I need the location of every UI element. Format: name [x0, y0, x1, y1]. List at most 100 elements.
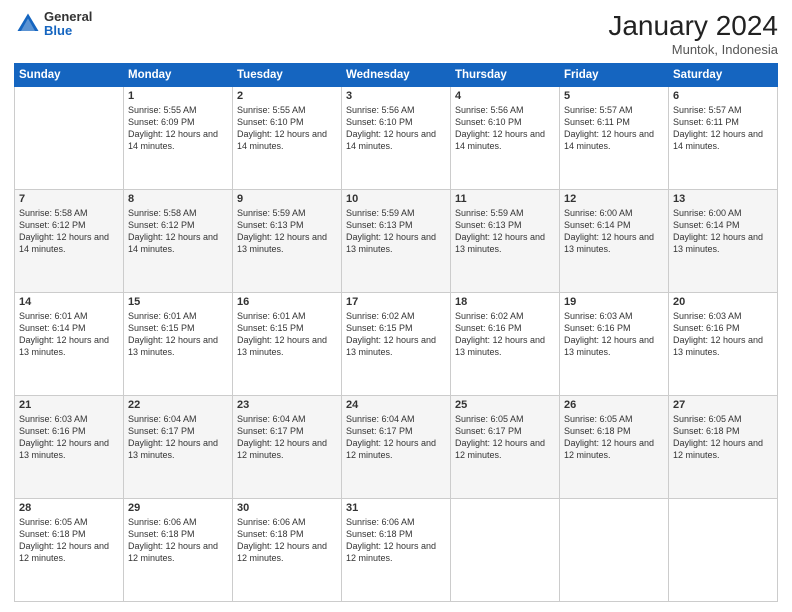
day-number: 19 [564, 296, 664, 308]
day-number: 10 [346, 193, 446, 205]
logo-general: General [44, 10, 92, 24]
day-info: Sunrise: 5:59 AM Sunset: 6:13 PM Dayligh… [237, 207, 337, 256]
col-header-tuesday: Tuesday [233, 64, 342, 87]
day-cell: 28Sunrise: 6:05 AM Sunset: 6:18 PM Dayli… [15, 499, 124, 602]
day-info: Sunrise: 6:06 AM Sunset: 6:18 PM Dayligh… [237, 516, 337, 565]
col-header-sunday: Sunday [15, 64, 124, 87]
day-info: Sunrise: 6:06 AM Sunset: 6:18 PM Dayligh… [346, 516, 446, 565]
day-number: 1 [128, 90, 228, 102]
day-info: Sunrise: 6:03 AM Sunset: 6:16 PM Dayligh… [19, 413, 119, 462]
day-cell: 29 Sunrise: 6:06 AM Sunset: 6:18 PM Dayli… [124, 499, 233, 602]
col-header-thursday: Thursday [451, 64, 560, 87]
page-header: General Blue January 2024 Muntok, Indone… [14, 10, 778, 57]
main-title: January 2024 [608, 10, 778, 42]
day-cell: 8 Sunrise: 5:58 AM Sunset: 6:12 PM Daylig… [124, 190, 233, 293]
day-number: 21 [19, 399, 119, 411]
day-number: 6 [673, 90, 773, 102]
day-number: 8 [128, 193, 228, 205]
day-cell: 4Sunrise: 5:56 AM Sunset: 6:10 PM Daylig… [451, 87, 560, 190]
day-cell: 19 Sunrise: 6:03 AM Sunset: 6:16 PM Dayli… [560, 293, 669, 396]
day-number: 23 [237, 399, 337, 411]
week-row-2: 7 Sunrise: 5:58 AM Sunset: 6:12 PM Daylig… [15, 190, 778, 293]
day-number: 12 [564, 193, 664, 205]
logo-text: General Blue [44, 10, 92, 39]
day-cell: 12 Sunrise: 6:00 AM Sunset: 6:14 PM Dayli… [560, 190, 669, 293]
day-info: Sunrise: 6:01 AM Sunset: 6:15 PM Dayligh… [128, 310, 228, 359]
day-cell: 6 Sunrise: 5:57 AM Sunset: 6:11 PM Daylig… [669, 87, 778, 190]
day-info: Sunrise: 6:01 AM Sunset: 6:14 PM Dayligh… [19, 310, 119, 359]
day-cell: 11 Sunrise: 5:59 AM Sunset: 6:13 PM Dayli… [451, 190, 560, 293]
day-number: 13 [673, 193, 773, 205]
page-container: General Blue January 2024 Muntok, Indone… [0, 0, 792, 612]
day-info: Sunrise: 6:06 AM Sunset: 6:18 PM Dayligh… [128, 516, 228, 565]
day-number: 3 [346, 90, 446, 102]
day-cell: 2Sunrise: 5:55 AM Sunset: 6:10 PM Daylig… [233, 87, 342, 190]
day-number: 14 [19, 296, 119, 308]
day-number: 25 [455, 399, 555, 411]
day-number: 29 [128, 502, 228, 514]
day-number: 20 [673, 296, 773, 308]
day-cell: 20Sunrise: 6:03 AM Sunset: 6:16 PM Dayli… [669, 293, 778, 396]
day-info: Sunrise: 6:05 AM Sunset: 6:18 PM Dayligh… [564, 413, 664, 462]
day-info: Sunrise: 6:02 AM Sunset: 6:15 PM Dayligh… [346, 310, 446, 359]
day-info: Sunrise: 6:04 AM Sunset: 6:17 PM Dayligh… [237, 413, 337, 462]
day-info: Sunrise: 6:01 AM Sunset: 6:15 PM Dayligh… [237, 310, 337, 359]
day-cell: 17 Sunrise: 6:02 AM Sunset: 6:15 PM Dayli… [342, 293, 451, 396]
day-number: 28 [19, 502, 119, 514]
day-info: Sunrise: 5:59 AM Sunset: 6:13 PM Dayligh… [346, 207, 446, 256]
day-number: 31 [346, 502, 446, 514]
day-cell [15, 87, 124, 190]
day-number: 7 [19, 193, 119, 205]
day-cell: 26 Sunrise: 6:05 AM Sunset: 6:18 PM Dayli… [560, 396, 669, 499]
header-row: SundayMondayTuesdayWednesdayThursdayFrid… [15, 64, 778, 87]
col-header-wednesday: Wednesday [342, 64, 451, 87]
day-number: 5 [564, 90, 664, 102]
day-cell: 25Sunrise: 6:05 AM Sunset: 6:17 PM Dayli… [451, 396, 560, 499]
day-info: Sunrise: 5:59 AM Sunset: 6:13 PM Dayligh… [455, 207, 555, 256]
day-info: Sunrise: 5:58 AM Sunset: 6:12 PM Dayligh… [128, 207, 228, 256]
day-cell: 9 Sunrise: 5:59 AM Sunset: 6:13 PM Daylig… [233, 190, 342, 293]
day-info: Sunrise: 6:05 AM Sunset: 6:18 PM Dayligh… [673, 413, 773, 462]
day-cell: 10 Sunrise: 5:59 AM Sunset: 6:13 PM Dayli… [342, 190, 451, 293]
day-info: Sunrise: 5:55 AM Sunset: 6:09 PM Dayligh… [128, 104, 228, 153]
day-cell: 13Sunrise: 6:00 AM Sunset: 6:14 PM Dayli… [669, 190, 778, 293]
title-block: January 2024 Muntok, Indonesia [608, 10, 778, 57]
day-info: Sunrise: 6:00 AM Sunset: 6:14 PM Dayligh… [564, 207, 664, 256]
day-info: Sunrise: 5:57 AM Sunset: 6:11 PM Dayligh… [673, 104, 773, 153]
day-number: 27 [673, 399, 773, 411]
col-header-saturday: Saturday [669, 64, 778, 87]
day-cell: 3 Sunrise: 5:56 AM Sunset: 6:10 PM Daylig… [342, 87, 451, 190]
day-number: 11 [455, 193, 555, 205]
day-cell: 31 Sunrise: 6:06 AM Sunset: 6:18 PM Dayli… [342, 499, 451, 602]
day-number: 9 [237, 193, 337, 205]
day-info: Sunrise: 6:04 AM Sunset: 6:17 PM Dayligh… [128, 413, 228, 462]
day-cell: 30 Sunrise: 6:06 AM Sunset: 6:18 PM Dayli… [233, 499, 342, 602]
day-info: Sunrise: 5:56 AM Sunset: 6:10 PM Dayligh… [346, 104, 446, 153]
logo-icon [14, 10, 42, 38]
day-number: 26 [564, 399, 664, 411]
day-info: Sunrise: 6:03 AM Sunset: 6:16 PM Dayligh… [564, 310, 664, 359]
day-info: Sunrise: 5:58 AM Sunset: 6:12 PM Dayligh… [19, 207, 119, 256]
week-row-3: 14 Sunrise: 6:01 AM Sunset: 6:14 PM Dayli… [15, 293, 778, 396]
day-cell: 22Sunrise: 6:04 AM Sunset: 6:17 PM Dayli… [124, 396, 233, 499]
day-cell: 15Sunrise: 6:01 AM Sunset: 6:15 PM Dayli… [124, 293, 233, 396]
day-info: Sunrise: 5:55 AM Sunset: 6:10 PM Dayligh… [237, 104, 337, 153]
day-number: 24 [346, 399, 446, 411]
day-number: 17 [346, 296, 446, 308]
day-cell: 16Sunrise: 6:01 AM Sunset: 6:15 PM Dayli… [233, 293, 342, 396]
week-row-4: 21 Sunrise: 6:03 AM Sunset: 6:16 PM Dayli… [15, 396, 778, 499]
day-cell [560, 499, 669, 602]
day-cell: 23 Sunrise: 6:04 AM Sunset: 6:17 PM Dayli… [233, 396, 342, 499]
week-row-1: 1 Sunrise: 5:55 AM Sunset: 6:09 PM Daylig… [15, 87, 778, 190]
logo-blue: Blue [44, 24, 92, 38]
day-cell: 18 Sunrise: 6:02 AM Sunset: 6:16 PM Dayli… [451, 293, 560, 396]
day-cell: 14 Sunrise: 6:01 AM Sunset: 6:14 PM Dayli… [15, 293, 124, 396]
day-cell: 27 Sunrise: 6:05 AM Sunset: 6:18 PM Dayli… [669, 396, 778, 499]
calendar-table: SundayMondayTuesdayWednesdayThursdayFrid… [14, 63, 778, 602]
subtitle: Muntok, Indonesia [608, 42, 778, 57]
day-cell: 1 Sunrise: 5:55 AM Sunset: 6:09 PM Daylig… [124, 87, 233, 190]
day-info: Sunrise: 6:02 AM Sunset: 6:16 PM Dayligh… [455, 310, 555, 359]
day-number: 30 [237, 502, 337, 514]
day-info: Sunrise: 5:56 AM Sunset: 6:10 PM Dayligh… [455, 104, 555, 153]
day-number: 18 [455, 296, 555, 308]
